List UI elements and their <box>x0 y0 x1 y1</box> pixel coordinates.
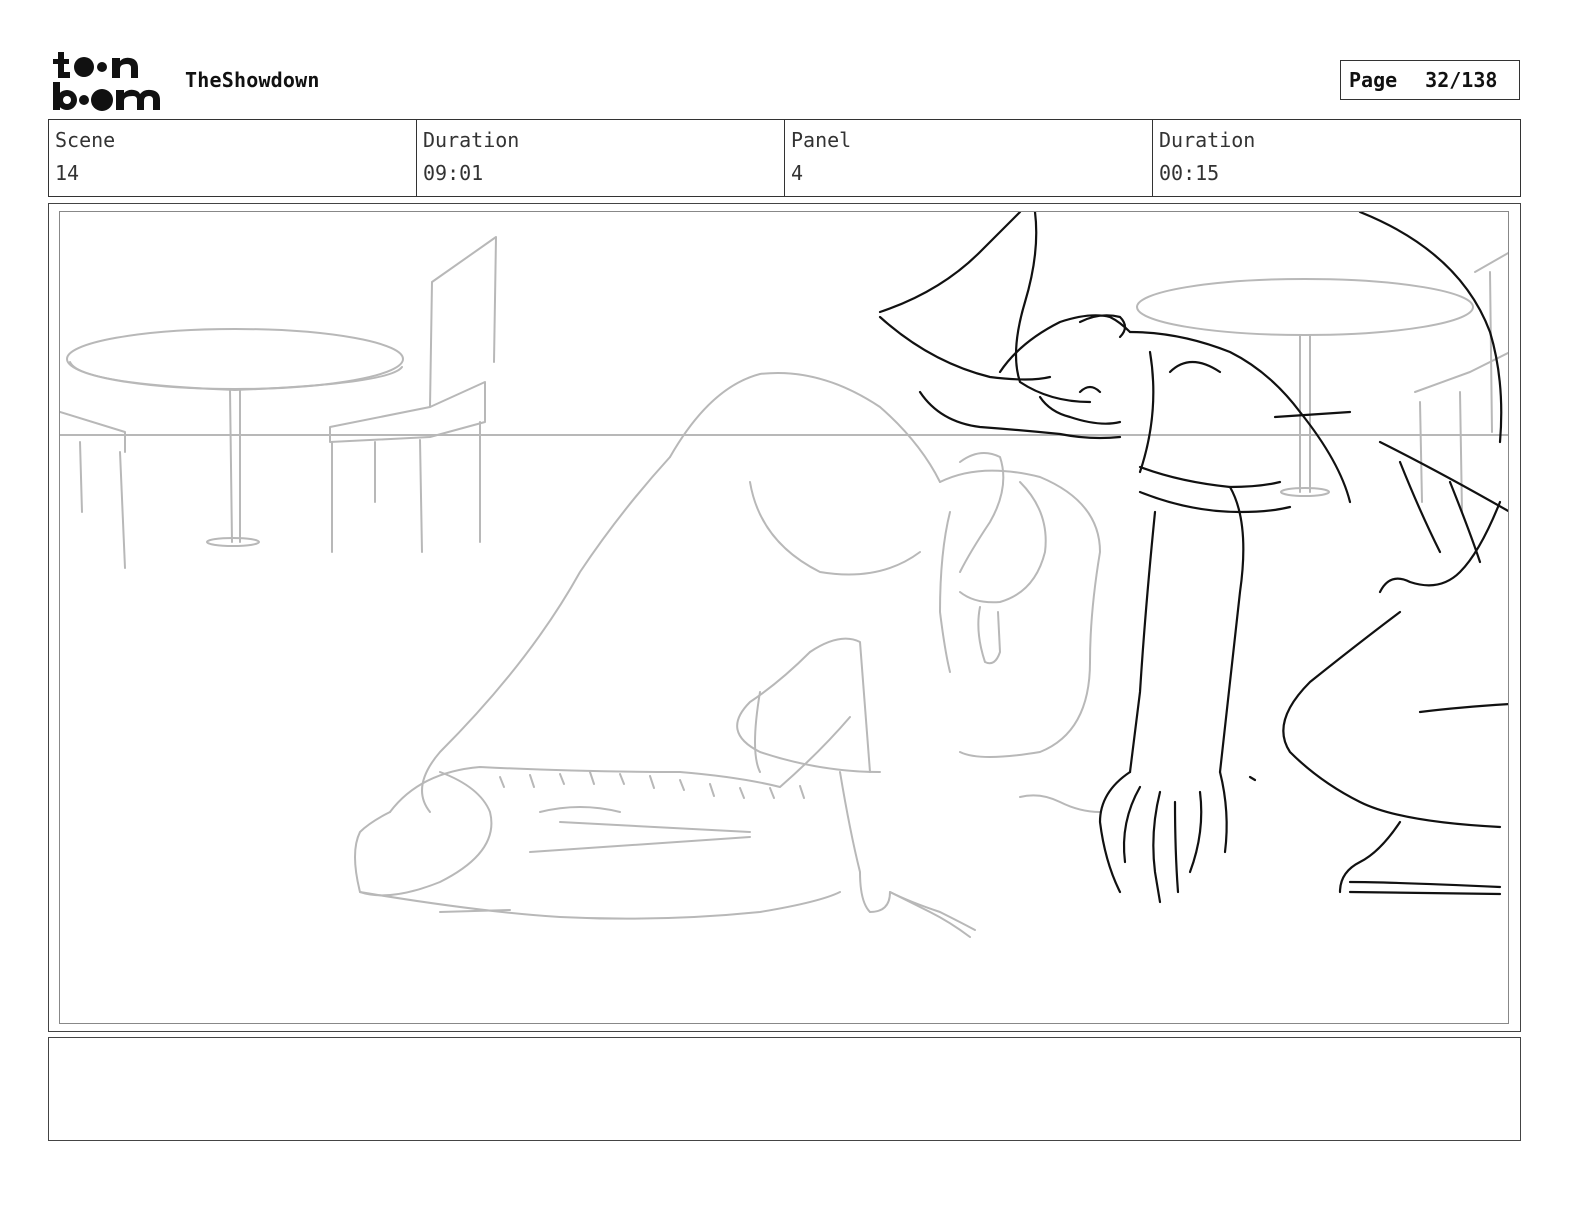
panel-duration-cell: Duration 00:15 <box>1153 120 1520 196</box>
scene-duration-cell: Duration 09:01 <box>417 120 785 196</box>
panel-label: Panel <box>791 128 852 152</box>
panel-duration-label: Duration <box>1159 128 1256 152</box>
panel-notes <box>48 1037 1521 1141</box>
background-sketch <box>60 236 1508 938</box>
panel-duration-value: 00:15 <box>1159 161 1220 185</box>
panel-frame <box>48 203 1521 1032</box>
toon-boom-logo <box>53 52 160 111</box>
panel-value: 4 <box>791 161 804 185</box>
page-indicator: Page 32/138 <box>1340 60 1520 100</box>
page-number: 32/138 <box>1425 68 1498 92</box>
storyboard-drawing <box>59 211 1509 1024</box>
foreground-sketch <box>878 212 1508 904</box>
scene-duration-value: 09:01 <box>423 161 484 185</box>
panel-cell: Panel 4 <box>785 120 1153 196</box>
sketch-canvas <box>60 212 1508 938</box>
page-label: Page <box>1349 68 1398 92</box>
scene-info-table: Scene 14 Duration 09:01 Panel 4 Duration… <box>48 119 1521 197</box>
scene-label: Scene <box>55 128 116 152</box>
scene-cell: Scene 14 <box>49 120 417 196</box>
project-title: TheShowdown <box>185 68 320 92</box>
scene-duration-label: Duration <box>423 128 520 152</box>
scene-value: 14 <box>55 161 80 185</box>
